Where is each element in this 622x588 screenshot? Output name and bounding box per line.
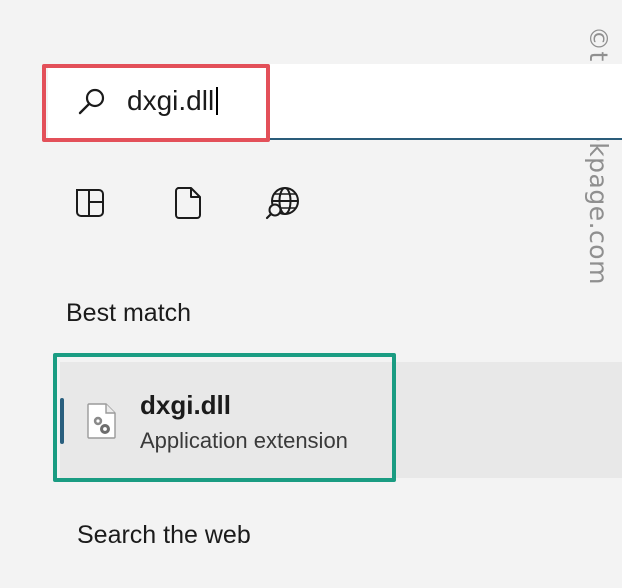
globe-search-icon[interactable] (265, 185, 301, 221)
result-subtitle: Application extension (140, 428, 348, 453)
search-input[interactable]: dxgi.dll (127, 84, 219, 118)
watermark: ©thegeekpage.com (578, 10, 618, 300)
text-caret (216, 87, 219, 115)
result-title: dxgi.dll (140, 390, 231, 420)
document-icon[interactable] (170, 185, 206, 221)
search-the-web-heading: Search the web (77, 521, 251, 549)
best-match-result[interactable]: dxgi.dll Application extension (60, 362, 622, 478)
apps-grid-icon[interactable] (72, 185, 108, 221)
search-icon (78, 88, 105, 115)
best-match-heading: Best match (66, 299, 192, 327)
search-input-value: dxgi.dll (127, 85, 215, 116)
dll-file-icon (87, 403, 116, 439)
selection-indicator (60, 398, 64, 444)
search-box[interactable]: dxgi.dll (48, 64, 622, 140)
